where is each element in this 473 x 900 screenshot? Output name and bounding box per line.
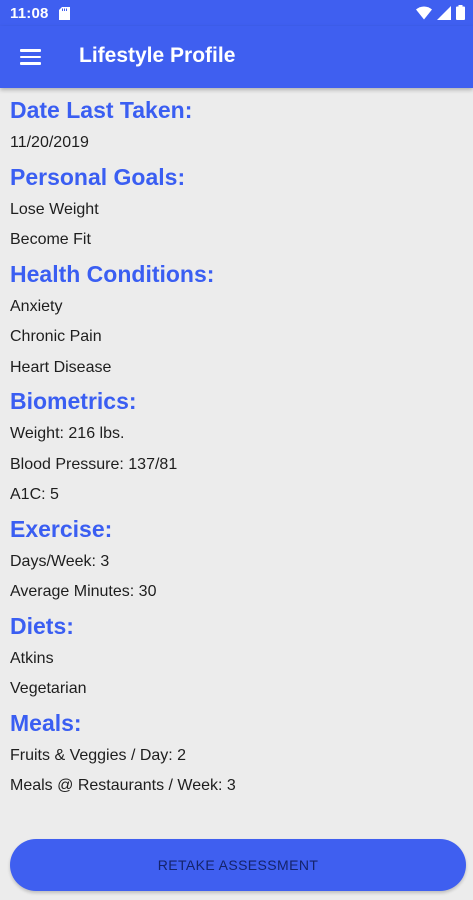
page-title: Lifestyle Profile bbox=[79, 44, 236, 67]
list-item: Meals @ Restaurants / Week: 3 bbox=[10, 777, 236, 794]
list-item: Anxiety bbox=[10, 297, 63, 315]
list-item: Chronic Pain bbox=[10, 328, 102, 345]
retake-assessment-button[interactable]: RETAKE ASSESSMENT bbox=[10, 839, 466, 891]
section-diets: Diets: Atkins Vegetarian bbox=[10, 608, 463, 705]
sd-card-icon bbox=[58, 6, 70, 20]
section-title: Exercise: bbox=[10, 515, 113, 542]
section-health-conditions: Health Conditions: Anxiety Chronic Pain … bbox=[10, 256, 463, 384]
list-item: Heart Disease bbox=[10, 358, 112, 376]
list-item: A1C: 5 bbox=[10, 486, 59, 503]
section-title: Health Conditions: bbox=[10, 260, 215, 287]
section-personal-goals: Personal Goals: Lose Weight Become Fit bbox=[10, 159, 463, 256]
section-meals: Meals: Fruits & Veggies / Day: 2 Meals @… bbox=[10, 705, 463, 802]
section-biometrics: Biometrics: Weight: 216 lbs. Blood Press… bbox=[10, 383, 463, 511]
list-item: Lose Weight bbox=[10, 200, 99, 218]
list-item: Atkins bbox=[10, 649, 54, 667]
list-item: Vegetarian bbox=[10, 680, 87, 697]
app-bar: Lifestyle Profile bbox=[0, 26, 473, 88]
section-date-last-taken: Date Last Taken: 11/20/2019 bbox=[10, 92, 463, 159]
list-item: Average Minutes: 30 bbox=[10, 583, 157, 600]
section-title: Biometrics: bbox=[10, 388, 137, 414]
list-item: Fruits & Veggies / Day: 2 bbox=[10, 746, 187, 764]
section-title: Meals: bbox=[10, 709, 82, 736]
battery-icon bbox=[456, 5, 465, 25]
list-item: Blood Pressure: 137/81 bbox=[10, 455, 178, 473]
list-item: Days/Week: 3 bbox=[10, 552, 110, 570]
section-title: Personal Goals: bbox=[10, 163, 186, 190]
list-item: Become Fit bbox=[10, 231, 91, 248]
date-value: 11/20/2019 bbox=[10, 134, 89, 151]
section-exercise: Exercise: Days/Week: 3 Average Minutes: … bbox=[10, 511, 463, 608]
status-bar: 11:08 bbox=[0, 0, 473, 26]
status-time: 11:08 bbox=[10, 4, 49, 22]
list-item: Weight: 216 lbs. bbox=[10, 425, 125, 442]
menu-icon[interactable] bbox=[20, 49, 41, 65]
profile-content: Date Last Taken: 11/20/2019 Personal Goa… bbox=[10, 92, 463, 802]
section-title: Date Last Taken: bbox=[10, 97, 193, 123]
cell-signal-icon bbox=[437, 5, 451, 25]
section-title: Diets: bbox=[10, 612, 74, 639]
wifi-icon bbox=[416, 6, 432, 25]
